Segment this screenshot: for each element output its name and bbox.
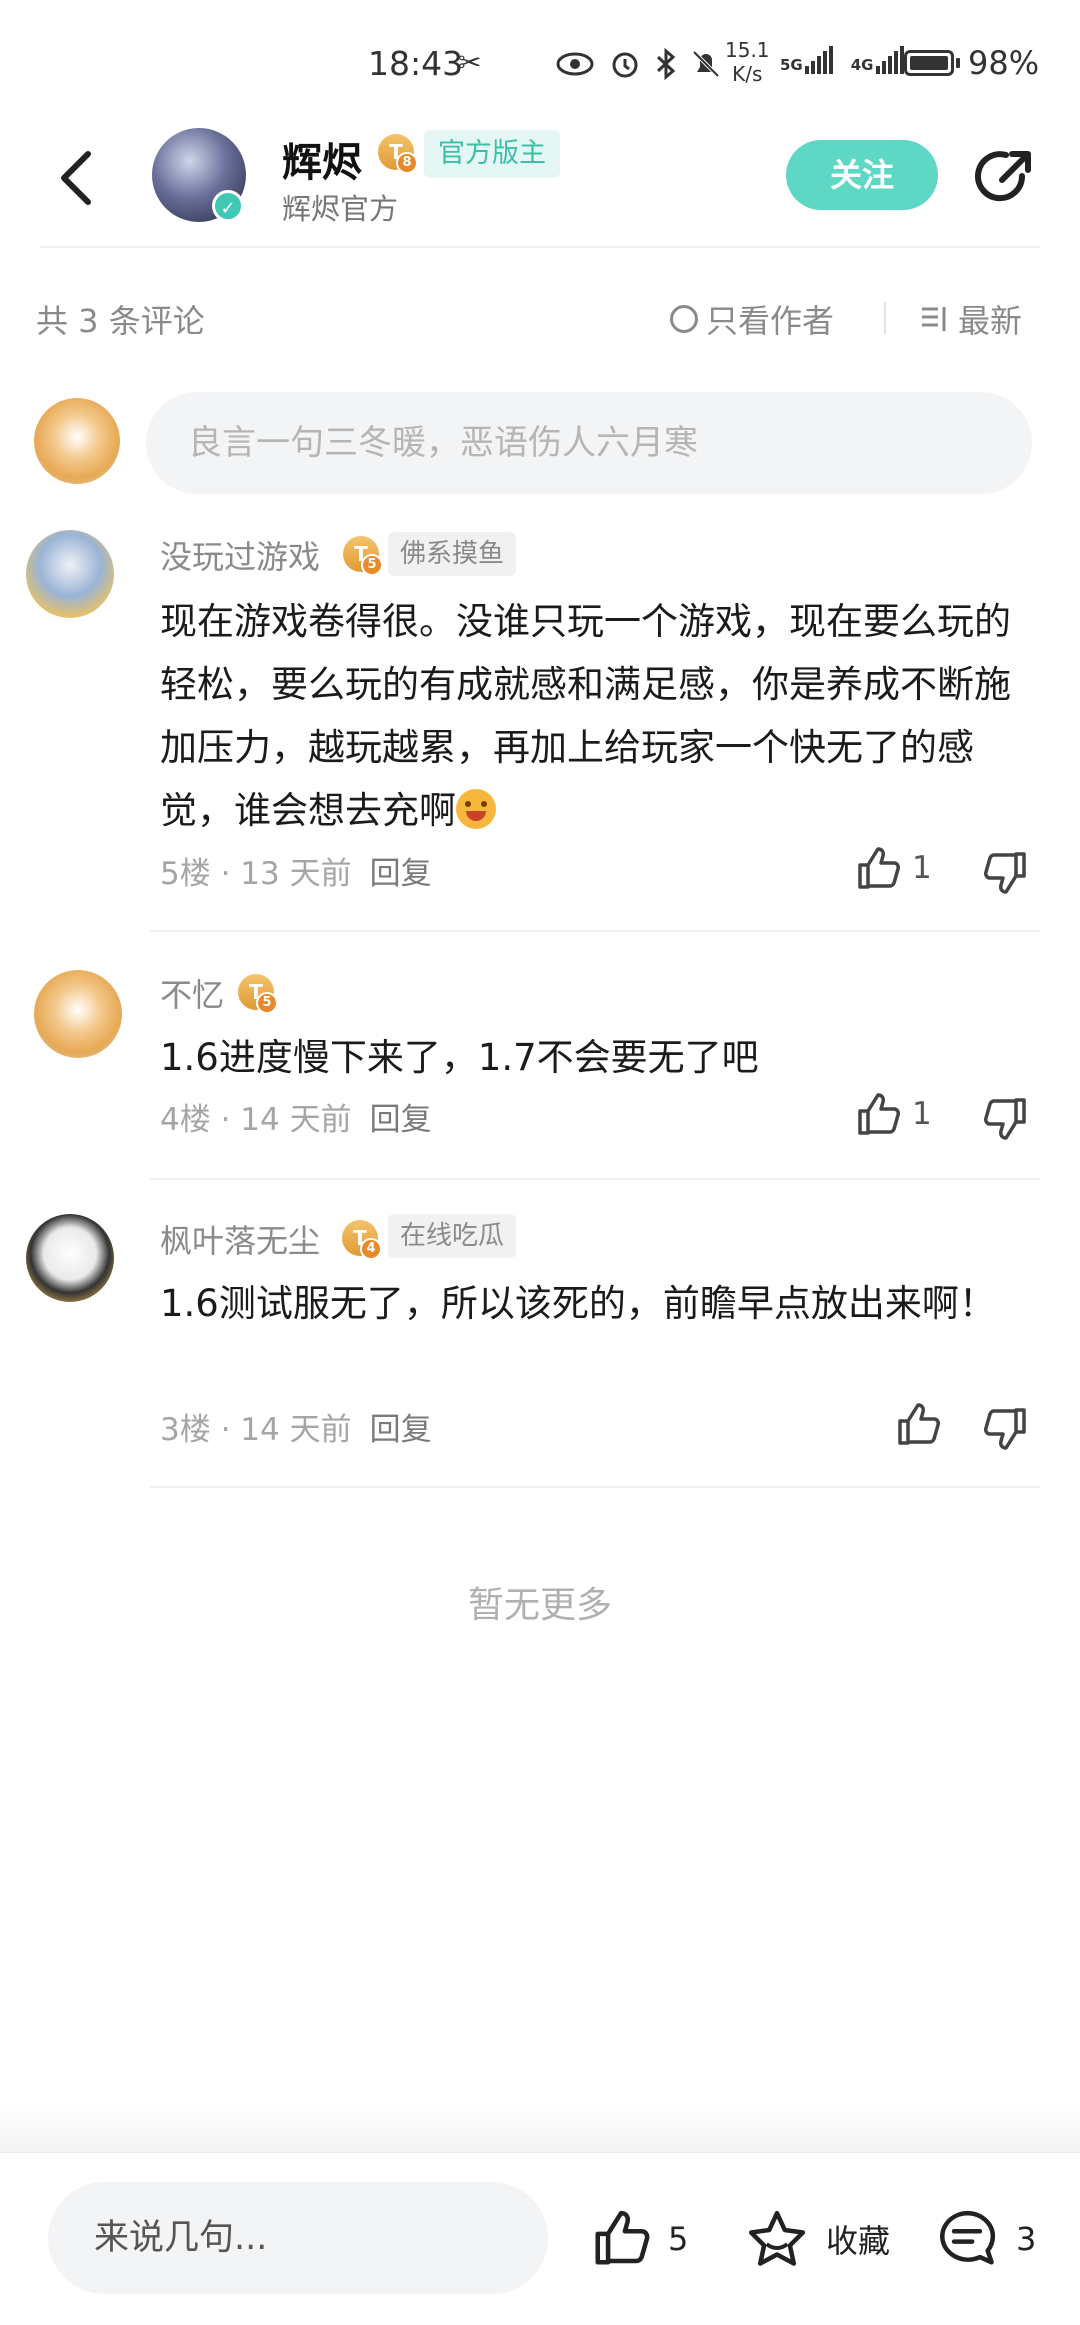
follow-button[interactable]: 关注	[786, 140, 938, 210]
share-icon[interactable]	[970, 146, 1036, 212]
battery-level: 98%	[968, 44, 1040, 82]
comment-input-bar[interactable]	[146, 392, 1032, 494]
commenter-name[interactable]: 没玩过游戏	[160, 532, 320, 578]
verified-icon: ✓	[212, 190, 244, 222]
back-arrow-icon[interactable]	[54, 148, 98, 208]
comment-meta: 3楼 · 14 天前 回复	[160, 1404, 432, 1449]
battery-cap	[956, 58, 960, 68]
author-name[interactable]: 辉烬	[282, 130, 362, 188]
comment-text-content: 1.6进度慢下来了，1.7不会要无了吧	[160, 1036, 759, 1079]
reply-button[interactable]: 回复	[370, 856, 432, 892]
net2-label: 4G	[850, 56, 874, 74]
like-count: 1	[912, 1096, 932, 1132]
mute-bell-icon	[692, 50, 720, 78]
no-more-label: 暂无更多	[467, 1585, 612, 1626]
comment-meta: 5楼 · 13 天前 回复	[160, 848, 432, 893]
user-tag: 在线吃瓜	[388, 1214, 517, 1258]
comment-floor-time: 4楼 · 14 天前	[160, 1102, 352, 1138]
status-icons	[555, 46, 721, 82]
bottom-comment-input[interactable]	[48, 2182, 548, 2294]
bottom-fade	[0, 2100, 1080, 2152]
comment-meta: 4楼 · 14 天前 回复	[160, 1094, 432, 1139]
sort-latest-button[interactable]: 最新	[920, 296, 1022, 342]
speed-unit: K/s	[732, 62, 763, 86]
level-number: 8	[396, 152, 418, 174]
level-number: 5	[361, 554, 383, 576]
like-count: 1	[912, 850, 932, 886]
speed-value: 15.1	[725, 38, 770, 62]
bluetooth-icon	[656, 48, 676, 80]
reply-button[interactable]: 回复	[370, 1412, 432, 1448]
comment-text: 现在游戏卷得很。没谁只玩一个游戏，现在要么玩的轻松，要么玩的有成就感和满足感，你…	[160, 590, 1040, 842]
commenter-name[interactable]: 不忆	[160, 970, 224, 1016]
emoji-icon	[456, 789, 496, 829]
radio-icon	[670, 305, 698, 333]
bottom-comment-input-bar[interactable]	[48, 2182, 548, 2294]
eye-icon	[556, 52, 594, 76]
collect-button[interactable]: 收藏	[744, 2208, 890, 2270]
comment-text: 1.6进度慢下来了，1.7不会要无了吧	[160, 1026, 1040, 1089]
sort-label: 最新	[958, 302, 1023, 340]
filter-separator	[884, 302, 886, 334]
only-author-label: 只看作者	[706, 302, 835, 340]
scissors-icon: ✂	[458, 46, 482, 79]
level-number: 5	[256, 992, 278, 1014]
comment-count: 共 3 条评论	[36, 302, 205, 340]
user-tag: 佛系摸鱼	[388, 532, 517, 576]
comment-floor-time: 3楼 · 14 天前	[160, 1412, 352, 1448]
comment-bubble-icon	[940, 2210, 996, 2265]
comment-divider	[150, 1178, 1040, 1180]
post-like-count: 5	[668, 2220, 689, 2258]
header-divider	[40, 246, 1040, 248]
battery-icon	[904, 50, 954, 76]
comment-text: 1.6测试服无了，所以该死的，前瞻早点放出来啊！	[160, 1272, 1020, 1335]
commenter-avatar[interactable]	[26, 530, 114, 618]
author-subtitle: 辉烬官方	[282, 192, 399, 226]
level-badge-icon: T4	[342, 1220, 382, 1260]
comment-divider	[150, 1486, 1040, 1488]
my-avatar	[34, 398, 120, 484]
thumbs-down-icon[interactable]	[982, 1094, 1030, 1142]
commenter-avatar[interactable]	[34, 970, 122, 1058]
commenter-avatar[interactable]	[26, 1214, 114, 1302]
collect-label: 收藏	[826, 2222, 891, 2260]
star-icon	[748, 2210, 806, 2266]
comment-count-bottom: 3	[1016, 2220, 1037, 2258]
thumbs-up-icon[interactable]	[894, 1401, 942, 1449]
only-author-toggle[interactable]: 只看作者	[670, 296, 834, 342]
role-badge: 官方版主	[424, 130, 560, 178]
signal-5g-icon: 5G	[780, 46, 833, 74]
comment-divider	[150, 930, 1040, 932]
thumbs-up-icon[interactable]	[854, 1091, 902, 1139]
comment-input[interactable]	[146, 392, 1032, 494]
comment-text-content: 现在游戏卷得很。没谁只玩一个游戏，现在要么玩的轻松，要么玩的有成就感和满足感，你…	[160, 600, 1011, 832]
level-number: 4	[360, 1238, 382, 1260]
alarm-icon	[612, 52, 638, 78]
thumbs-down-icon[interactable]	[982, 1404, 1030, 1452]
signal-group: 5G 4G	[780, 46, 904, 74]
commenter-name[interactable]: 枫叶落无尘	[160, 1216, 320, 1262]
reply-button[interactable]: 回复	[370, 1102, 432, 1138]
level-badge-icon: T5	[343, 536, 383, 576]
status-time: 18:43	[368, 44, 464, 83]
comment-text-content: 1.6测试服无了，所以该死的，前瞻早点放出来啊！	[160, 1282, 996, 1325]
level-badge-icon: T8	[378, 134, 418, 174]
signal-4g-icon: 4G	[851, 46, 904, 74]
thumbs-up-icon	[595, 2210, 650, 2265]
comments-button[interactable]: 3	[934, 2208, 1036, 2270]
status-bar: 18:43 ✂ 15.1 K/s 5G 4G 98%	[0, 0, 1080, 130]
post-like-button[interactable]: 5	[590, 2208, 688, 2270]
net1-label: 5G	[780, 56, 803, 74]
comment-floor-time: 5楼 · 13 天前	[160, 856, 352, 892]
thumbs-down-icon[interactable]	[982, 848, 1030, 896]
thumbs-up-icon[interactable]	[854, 845, 902, 893]
network-speed: 15.1 K/s	[725, 38, 770, 86]
sort-icon	[922, 307, 946, 331]
level-badge-icon: T5	[238, 974, 278, 1014]
